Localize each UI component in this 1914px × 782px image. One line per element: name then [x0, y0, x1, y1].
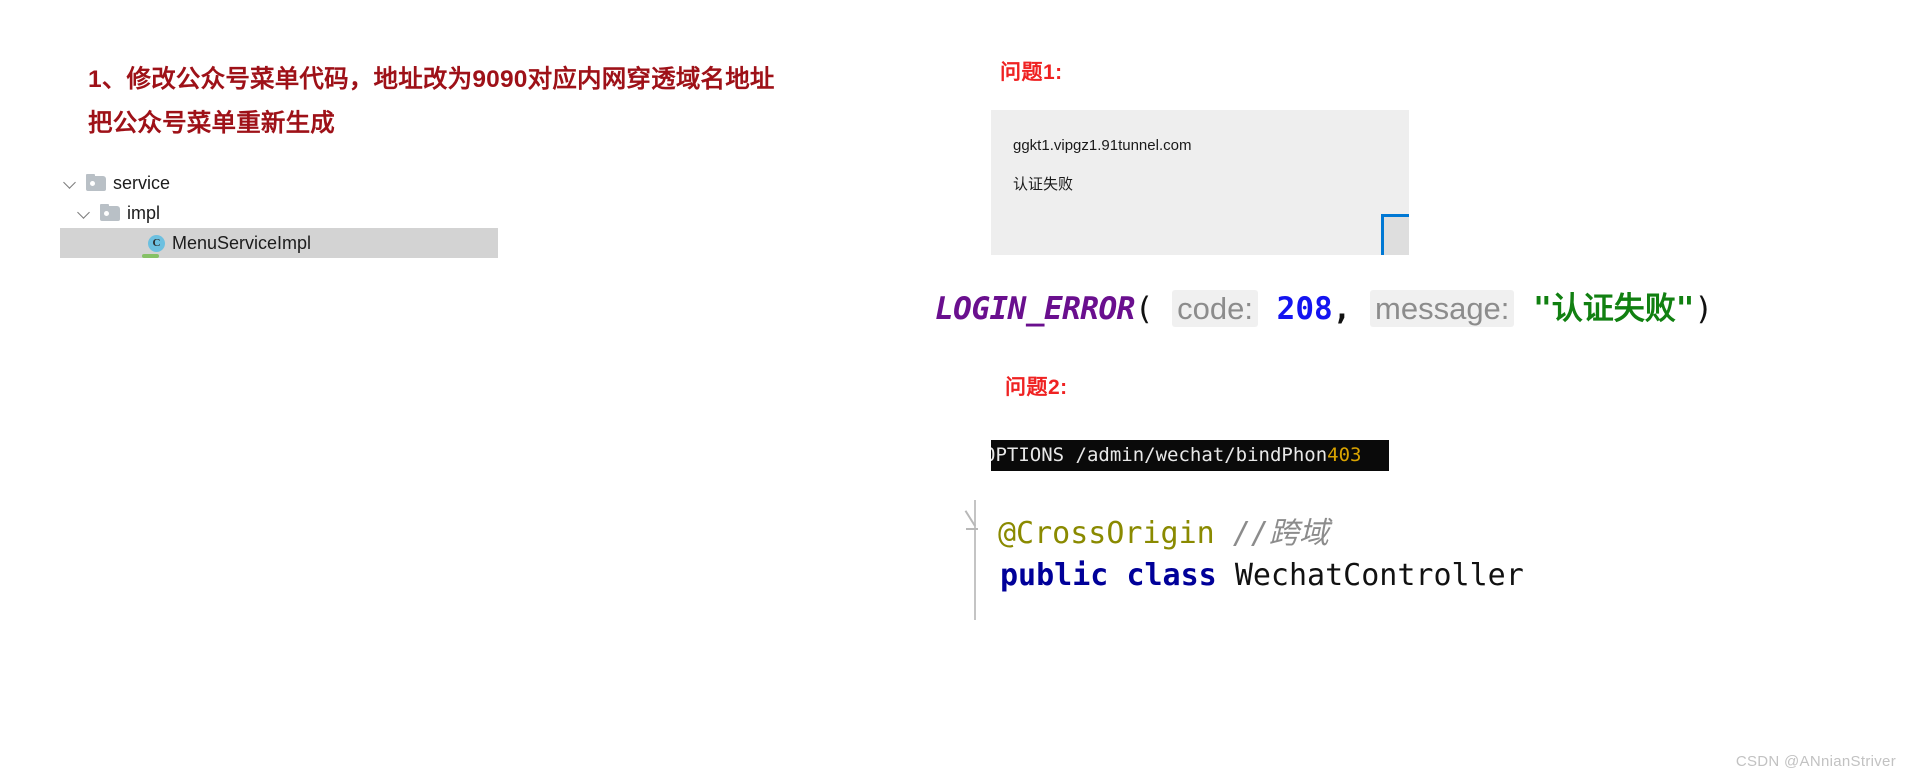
- page-title-line1: 1、修改公众号菜单代码，地址改为9090对应内网穿透域名地址: [88, 66, 775, 93]
- code-fold-arm-icon: [966, 528, 978, 530]
- chevron-down-icon[interactable]: [62, 174, 80, 192]
- class-icon: C: [148, 234, 165, 252]
- http-status-code: 403: [1327, 444, 1362, 466]
- code-key: code:: [1172, 290, 1258, 327]
- open-paren: (: [1134, 291, 1154, 327]
- keyword-public: public: [1000, 558, 1109, 593]
- page-title: 1、修改公众号菜单代码，地址改为9090对应内网穿透域名地址 把公众号菜单重新生…: [88, 58, 848, 146]
- class-declaration-line: public class WechatController: [1000, 558, 1524, 593]
- gutter-line: [974, 500, 976, 620]
- folder-icon: [100, 203, 120, 221]
- auth-error-dialog: ggkt1.vipgz1.91tunnel.com 认证失败: [991, 110, 1409, 255]
- keyword-class: class: [1126, 558, 1217, 593]
- terminal-log-bar: OPTIONS /admin/wechat/bindPhon403: [991, 440, 1389, 471]
- message-value: "认证失败": [1533, 291, 1695, 327]
- close-paren: ): [1694, 291, 1714, 327]
- tree-item-label: service: [113, 172, 171, 193]
- comma-separator: ,: [1332, 291, 1352, 327]
- dialog-domain-text: ggkt1.vipgz1.91tunnel.com: [1013, 137, 1192, 154]
- problem1-label: 问题1:: [1000, 61, 1063, 84]
- tree-item-label: impl: [127, 202, 161, 223]
- partial-method-icon: [142, 254, 159, 258]
- code-editor-snippet: @CrossOrigin //跨域 public class WechatCon…: [962, 500, 1524, 620]
- tree-item-impl[interactable]: impl: [62, 198, 422, 228]
- http-request-text: OPTIONS /admin/wechat/bindPhon: [991, 444, 1328, 466]
- terminal-log-line: OPTIONS /admin/wechat/bindPhon403: [991, 440, 1362, 471]
- message-key: message:: [1370, 290, 1515, 327]
- problem2-label: 问题2:: [1005, 376, 1068, 399]
- dialog-message-text: 认证失败: [1013, 176, 1074, 193]
- chevron-down-icon[interactable]: [76, 204, 94, 222]
- watermark: CSDN @ANnianStriver: [1735, 753, 1896, 770]
- tree-item-label: MenuServiceImpl: [172, 232, 312, 253]
- inline-comment: //跨域: [1232, 516, 1329, 551]
- folder-icon: [86, 173, 106, 191]
- page-title-line2: 把公众号菜单重新生成: [88, 110, 335, 137]
- crossorigin-annotation: @CrossOrigin: [998, 516, 1215, 551]
- login-error-constant: LOGIN_ERROR: [935, 291, 1135, 327]
- tree-item-service[interactable]: service: [62, 168, 422, 198]
- class-name: WechatController: [1234, 558, 1524, 593]
- dialog-confirm-button[interactable]: [1381, 214, 1409, 255]
- tree-item-menuserviceimpl[interactable]: C MenuServiceImpl: [60, 228, 498, 258]
- login-error-code-line: LOGIN_ERROR( code: 208, message: "认证失败"): [935, 283, 1713, 328]
- project-file-tree: service impl C MenuServiceImpl: [60, 168, 498, 258]
- annotation-code-line: @CrossOrigin //跨域: [998, 508, 1329, 552]
- code-value: 208: [1276, 291, 1333, 327]
